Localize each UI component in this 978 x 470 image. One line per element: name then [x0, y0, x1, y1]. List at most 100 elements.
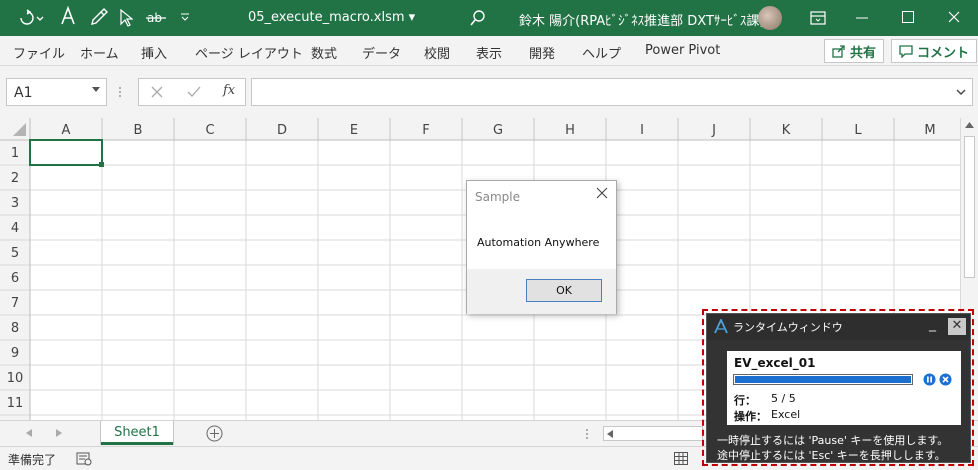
row-header-10: 10: [7, 371, 24, 386]
column-header-A: A: [62, 123, 71, 138]
runtime-progress-bar: [733, 374, 913, 385]
row-header-8: 8: [11, 321, 19, 336]
formula-input[interactable]: [251, 78, 973, 106]
tab-developer[interactable]: 開発: [529, 43, 555, 62]
row-header-2: 2: [11, 171, 19, 186]
column-header-G: G: [493, 123, 503, 138]
tab-insert[interactable]: 挿入: [141, 43, 167, 62]
row-header-5: 5: [11, 246, 19, 261]
customize-qat-icon[interactable]: [180, 12, 190, 22]
maximize-icon[interactable]: [902, 11, 914, 23]
sheet-tab-sheet1[interactable]: Sheet1: [101, 421, 173, 445]
scroll-left-icon[interactable]: [607, 430, 613, 438]
insert-function-button[interactable]: fx: [223, 83, 235, 98]
name-box-value: A1: [14, 85, 33, 101]
grip-icon: [118, 86, 122, 98]
tab-help[interactable]: ヘルプ: [582, 43, 621, 62]
column-header-J: J: [711, 123, 716, 138]
column-header-band: [0, 118, 960, 140]
chevron-down-icon[interactable]: [92, 87, 100, 93]
autosave-icon[interactable]: [18, 9, 44, 27]
runtime-pause-hint: 一時停止するには 'Pause' キーを使用します。: [717, 434, 949, 447]
name-box[interactable]: A1: [6, 78, 107, 106]
column-header-L: L: [854, 123, 862, 138]
row-header-6: 6: [11, 271, 19, 286]
column-header-F: F: [422, 123, 429, 138]
dialog-footer: OK: [467, 269, 616, 314]
formula-buttons: fx: [138, 78, 246, 106]
close-icon[interactable]: [948, 11, 960, 23]
add-sheet-icon[interactable]: [206, 425, 223, 442]
title-bar: ab 05_execute_macro.xlsm ▾ 鈴木 陽介(RPAﾋﾞｼﾞ…: [0, 0, 978, 36]
tab-file[interactable]: ファイル: [13, 43, 65, 62]
enter-icon[interactable]: [187, 86, 201, 98]
runtime-operation-value: Excel: [771, 408, 801, 421]
tab-data[interactable]: データ: [362, 43, 401, 62]
share-button[interactable]: 共有: [824, 39, 885, 63]
row-header-1: 1: [11, 146, 19, 161]
runtime-close-icon[interactable]: ✕: [948, 318, 966, 335]
comments-button[interactable]: コメント: [891, 39, 978, 63]
status-ready: 準備完了: [8, 453, 57, 467]
share-label: 共有: [850, 45, 877, 61]
document-title[interactable]: 05_execute_macro.xlsm ▾: [248, 10, 415, 25]
column-header-K: K: [782, 123, 791, 138]
format-painter-icon[interactable]: [90, 8, 108, 26]
tab-formulas[interactable]: 数式: [311, 43, 337, 62]
column-header-I: I: [640, 123, 644, 138]
comments-label: コメント: [917, 45, 970, 61]
dialog-close-icon[interactable]: [596, 187, 608, 199]
runtime-task-card: EV_excel_01 行： 5 / 5 操作： Excel: [727, 351, 961, 425]
scroll-thumb[interactable]: [964, 136, 975, 278]
column-header-M: M: [924, 123, 935, 138]
formula-bar: A1 fx: [0, 66, 978, 118]
runtime-window: ランタイムウィンドウ _ ✕ EV_excel_01 行： 5 / 5 操作： …: [706, 313, 971, 463]
column-header-E: E: [350, 123, 358, 138]
avatar[interactable]: [758, 6, 782, 30]
runtime-title: ランタイムウィンドウ: [733, 321, 843, 334]
row-header-7: 7: [11, 296, 19, 311]
tab-view[interactable]: 表示: [476, 43, 502, 62]
runtime-progress-fill: [735, 376, 911, 383]
ok-button[interactable]: OK: [526, 279, 602, 302]
user-name[interactable]: 鈴木 陽介(RPAﾋﾞｼﾞﾈｽ推進部 DXTｻｰﾋﾞｽ課): [519, 10, 764, 29]
fill-handle: [99, 162, 104, 167]
runtime-row-value: 5 / 5: [771, 392, 796, 405]
normal-view-icon[interactable]: [674, 452, 688, 465]
runtime-task-name: EV_excel_01: [734, 356, 816, 370]
tab-home[interactable]: ホーム: [80, 43, 119, 62]
column-header-B: B: [134, 123, 143, 138]
scroll-up-icon[interactable]: [965, 122, 974, 128]
cursor-icon[interactable]: [119, 9, 133, 27]
macro-record-icon[interactable]: [76, 452, 92, 466]
tab-power-pivot[interactable]: Power Pivot: [645, 43, 720, 58]
runtime-header[interactable]: ランタイムウィンドウ _ ✕: [707, 314, 970, 340]
share-icon: [832, 45, 845, 58]
column-header-C: C: [205, 123, 214, 138]
tab-review[interactable]: 校閲: [424, 43, 450, 62]
ribbon-display-icon[interactable]: [810, 11, 826, 25]
next-sheet-icon[interactable]: [56, 429, 62, 437]
tab-page-layout[interactable]: ページ レイアウト: [195, 43, 303, 62]
dialog-title: Sample: [475, 190, 520, 204]
runtime-minimize-icon[interactable]: _: [929, 316, 936, 332]
strikethrough-icon[interactable]: ab: [146, 11, 166, 25]
pause-icon[interactable]: [923, 373, 936, 386]
stop-icon[interactable]: [939, 373, 952, 386]
minimize-icon[interactable]: [856, 17, 868, 19]
ribbon-tabs: ファイル ホーム 挿入 ページ レイアウト 数式 データ 校閲 表示 開発 ヘル…: [0, 36, 978, 66]
prev-sheet-icon[interactable]: [26, 429, 32, 437]
horizontal-scrollbar[interactable]: [603, 426, 703, 441]
column-header-H: H: [565, 123, 575, 138]
row-header-11: 11: [7, 396, 24, 411]
tab-split-handle[interactable]: [585, 428, 589, 440]
row-header-9: 9: [11, 346, 19, 361]
search-icon[interactable]: [470, 9, 486, 27]
runtime-row-label: 行：: [734, 394, 756, 407]
cancel-icon[interactable]: [151, 86, 163, 98]
font-color-icon[interactable]: [60, 6, 76, 28]
message-dialog: Sample Automation Anywhere OK: [466, 180, 617, 314]
expand-formula-icon[interactable]: [956, 89, 966, 96]
dialog-message: Automation Anywhere: [477, 236, 600, 249]
row-header-3: 3: [11, 196, 19, 211]
